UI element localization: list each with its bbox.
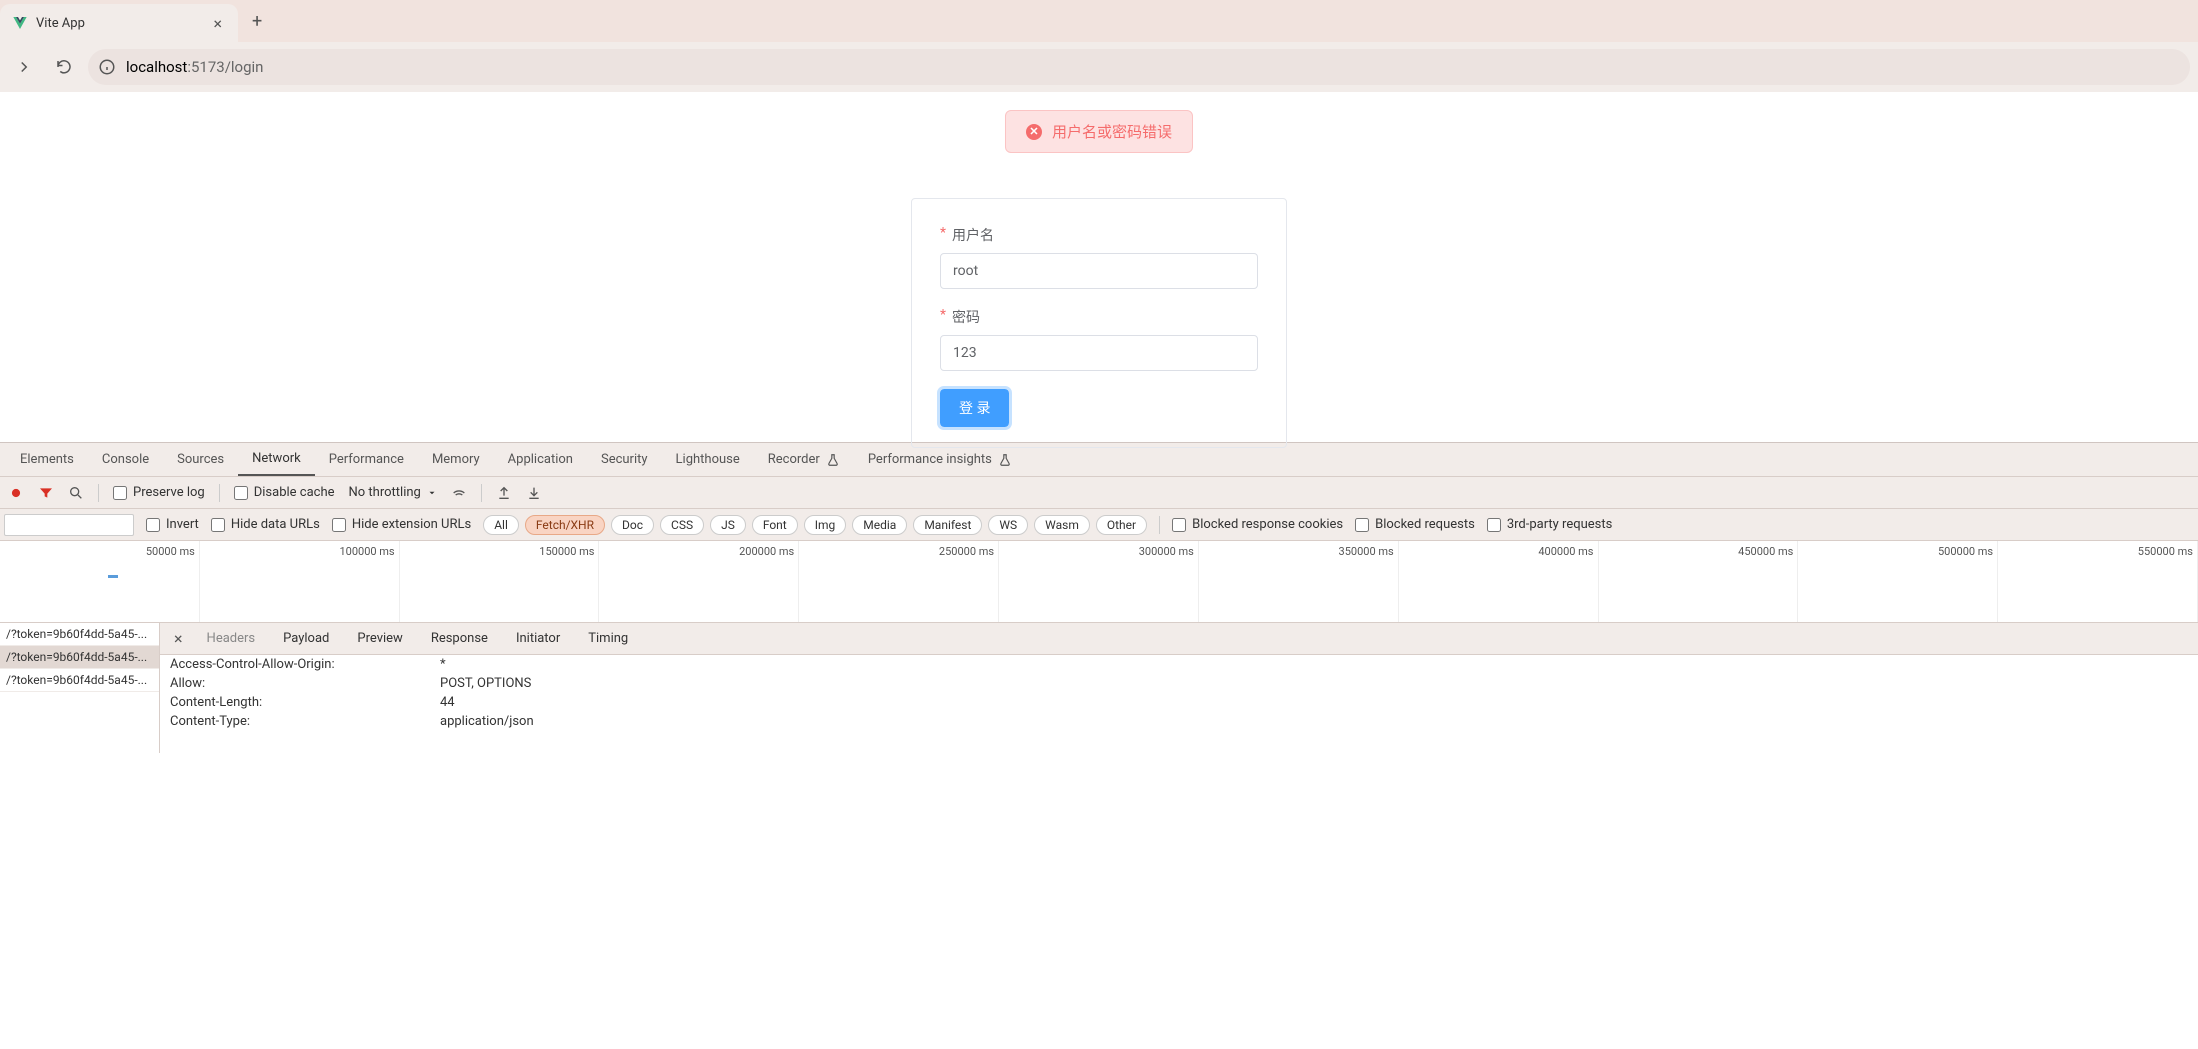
record-button[interactable] — [8, 485, 24, 501]
header-row: Content-Type:application/json — [170, 712, 2188, 731]
devtools-tab-elements[interactable]: Elements — [6, 443, 88, 476]
address-bar[interactable]: localhost:5173/login — [88, 49, 2190, 85]
devtools-tab-performance[interactable]: Performance — [315, 443, 418, 476]
filter-icon[interactable] — [38, 485, 54, 501]
error-message-banner: ✕ 用户名或密码错误 — [1005, 110, 1193, 153]
devtools-tab-lighthouse[interactable]: Lighthouse — [662, 443, 754, 476]
type-filter-pills: All Fetch/XHR Doc CSS JS Font Img Media … — [483, 515, 1147, 535]
header-row: Access-Control-Allow-Origin:* — [170, 655, 2188, 674]
chevron-down-icon — [427, 488, 437, 498]
login-button[interactable]: 登 录 — [940, 389, 1009, 427]
flask-icon — [826, 453, 840, 467]
detail-tab-payload[interactable]: Payload — [269, 623, 343, 654]
filter-pill-css[interactable]: CSS — [660, 515, 704, 535]
filter-pill-doc[interactable]: Doc — [611, 515, 654, 535]
forward-button[interactable] — [8, 51, 40, 83]
devtools: Elements Console Sources Network Perform… — [0, 442, 2198, 753]
filter-pill-media[interactable]: Media — [852, 515, 907, 535]
network-toolbar: Preserve log Disable cache No throttling — [0, 477, 2198, 509]
browser-tab[interactable]: Vite App × — [0, 4, 238, 42]
devtools-tab-application[interactable]: Application — [494, 443, 587, 476]
close-icon[interactable]: × — [209, 14, 226, 33]
reload-button[interactable] — [48, 51, 80, 83]
detail-tab-timing[interactable]: Timing — [574, 623, 642, 654]
detail-tab-initiator[interactable]: Initiator — [502, 623, 574, 654]
search-icon[interactable] — [68, 485, 84, 501]
username-label: *用户名 — [940, 225, 1258, 245]
hide-data-urls-checkbox[interactable]: Hide data URLs — [211, 517, 320, 532]
download-icon[interactable] — [526, 485, 542, 501]
filter-pill-img[interactable]: Img — [804, 515, 847, 535]
site-info-icon[interactable] — [98, 58, 116, 76]
detail-tab-response[interactable]: Response — [417, 623, 502, 654]
detail-tab-headers[interactable]: Headers — [193, 623, 270, 654]
third-party-checkbox[interactable]: 3rd-party requests — [1487, 517, 1613, 532]
new-tab-button[interactable]: + — [238, 11, 276, 32]
header-row: Allow:POST, OPTIONS — [170, 674, 2188, 693]
request-detail-panel: × Headers Payload Preview Response Initi… — [160, 623, 2198, 753]
upload-icon[interactable] — [496, 485, 512, 501]
filter-pill-font[interactable]: Font — [752, 515, 798, 535]
password-label: *密码 — [940, 307, 1258, 327]
tab-strip: Vite App × + — [0, 0, 2198, 42]
disable-cache-checkbox[interactable]: Disable cache — [234, 485, 335, 500]
filter-input[interactable] — [4, 514, 134, 536]
address-bar-row: localhost:5173/login — [0, 42, 2198, 92]
timeline-request-marker — [108, 575, 118, 578]
filter-pill-fetchxhr[interactable]: Fetch/XHR — [525, 515, 605, 535]
preserve-log-checkbox[interactable]: Preserve log — [113, 485, 205, 500]
devtools-tab-network[interactable]: Network — [238, 443, 315, 476]
devtools-tab-recorder[interactable]: Recorder — [754, 443, 854, 476]
blocked-cookies-checkbox[interactable]: Blocked response cookies — [1172, 517, 1343, 532]
request-row[interactable]: /?token=9b60f4dd-5a45-... — [0, 623, 159, 646]
vue-icon — [12, 15, 28, 31]
filter-pill-wasm[interactable]: Wasm — [1034, 515, 1090, 535]
error-icon: ✕ — [1026, 124, 1042, 140]
devtools-tab-sources[interactable]: Sources — [163, 443, 238, 476]
detail-tabs: × Headers Payload Preview Response Initi… — [160, 623, 2198, 655]
hide-extension-urls-checkbox[interactable]: Hide extension URLs — [332, 517, 471, 532]
request-row[interactable]: /?token=9b60f4dd-5a45-... — [0, 669, 159, 692]
error-message-text: 用户名或密码错误 — [1052, 121, 1172, 142]
response-headers: Access-Control-Allow-Origin:* Allow:POST… — [160, 655, 2198, 753]
filter-pill-all[interactable]: All — [483, 515, 519, 535]
blocked-requests-checkbox[interactable]: Blocked requests — [1355, 517, 1475, 532]
request-row[interactable]: /?token=9b60f4dd-5a45-... — [0, 646, 159, 669]
tab-title: Vite App — [36, 16, 201, 31]
url-text: localhost:5173/login — [126, 58, 263, 76]
wifi-icon[interactable] — [451, 485, 467, 501]
login-form: *用户名 *密码 登 录 — [911, 198, 1287, 448]
devtools-tab-memory[interactable]: Memory — [418, 443, 494, 476]
network-timeline[interactable]: 50000 ms 100000 ms 150000 ms 200000 ms 2… — [0, 541, 2198, 623]
flask-icon — [998, 453, 1012, 467]
filter-pill-other[interactable]: Other — [1096, 515, 1147, 535]
page-content: ✕ 用户名或密码错误 *用户名 *密码 登 录 — [0, 92, 2198, 442]
devtools-tab-security[interactable]: Security — [587, 443, 662, 476]
devtools-tabs: Elements Console Sources Network Perform… — [0, 443, 2198, 477]
detail-tab-preview[interactable]: Preview — [343, 623, 416, 654]
filter-pill-js[interactable]: JS — [710, 515, 746, 535]
username-input[interactable] — [940, 253, 1258, 289]
browser-chrome: Vite App × + localhost:5173/login — [0, 0, 2198, 92]
header-row: Content-Length:44 — [170, 693, 2188, 712]
close-detail-button[interactable]: × — [164, 629, 193, 648]
network-filter-row: Invert Hide data URLs Hide extension URL… — [0, 509, 2198, 541]
filter-pill-manifest[interactable]: Manifest — [913, 515, 982, 535]
devtools-tab-console[interactable]: Console — [88, 443, 163, 476]
network-detail-split: /?token=9b60f4dd-5a45-... /?token=9b60f4… — [0, 623, 2198, 753]
request-list: /?token=9b60f4dd-5a45-... /?token=9b60f4… — [0, 623, 160, 753]
filter-pill-ws[interactable]: WS — [988, 515, 1028, 535]
throttling-select[interactable]: No throttling — [349, 485, 437, 500]
password-input[interactable] — [940, 335, 1258, 371]
invert-checkbox[interactable]: Invert — [146, 517, 199, 532]
